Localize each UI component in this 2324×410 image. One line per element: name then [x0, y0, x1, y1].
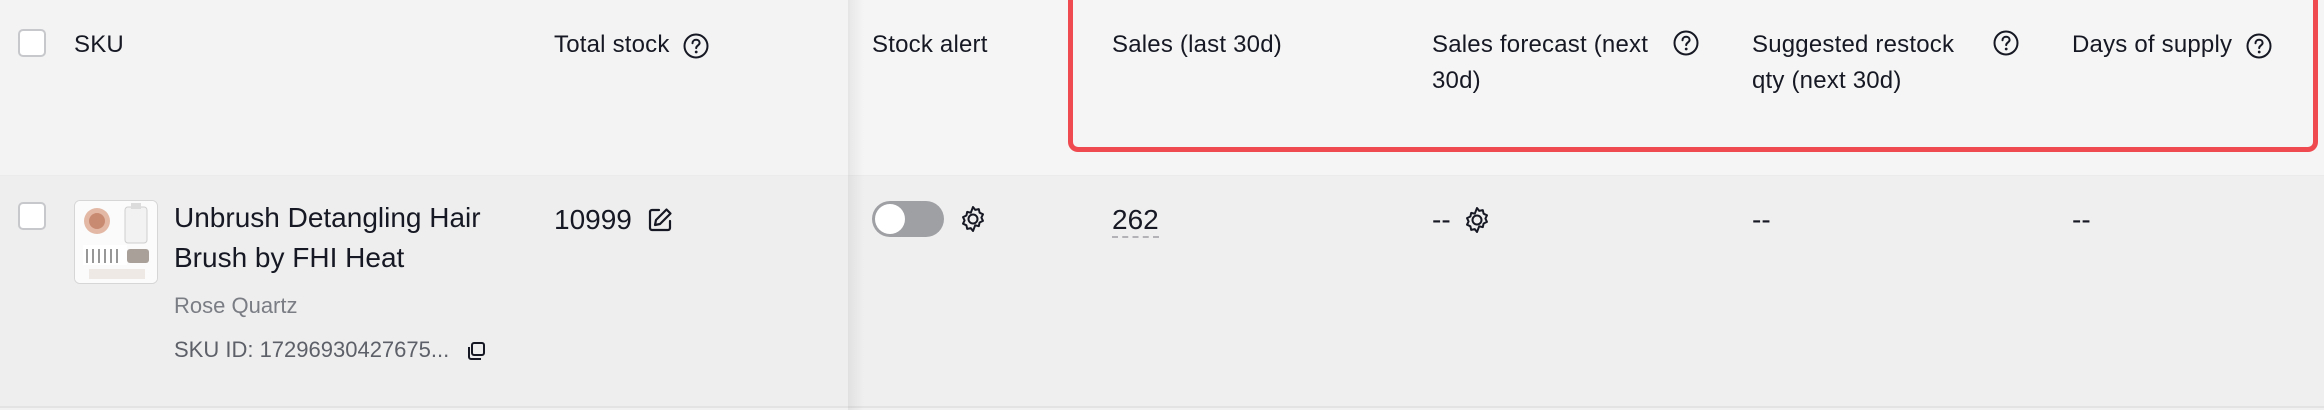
- toggle-knob: [875, 204, 905, 234]
- suggested-restock-value: --: [1752, 204, 1771, 235]
- product-thumbnail[interactable]: [74, 200, 158, 284]
- column-header-days-of-supply-label: Days of supply: [2072, 31, 2233, 58]
- total-stock-value: 10999: [554, 204, 632, 235]
- edit-icon[interactable]: [646, 206, 674, 234]
- sales-forecast-value: --: [1432, 204, 1451, 235]
- column-header-total-stock-label: Total stock: [554, 31, 670, 58]
- sku-id-text: SKU ID: 17296930427675...: [174, 337, 450, 362]
- column-header-days-of-supply: Days of supply: [2072, 27, 2273, 63]
- column-header-sales-forecast-line1: Sales forecast (next: [1432, 31, 1649, 58]
- help-icon[interactable]: [2245, 32, 2273, 60]
- help-icon[interactable]: [1672, 29, 1700, 57]
- product-name[interactable]: Unbrush Detangling Hair Brush by FHI Hea…: [174, 198, 514, 278]
- copy-icon[interactable]: [465, 340, 487, 362]
- column-header-sales-forecast-line2: 30d): [1432, 67, 1481, 94]
- sku-id: SKU ID: 17296930427675...: [174, 334, 487, 366]
- help-icon[interactable]: [682, 32, 710, 60]
- days-of-supply-value: --: [2072, 204, 2091, 235]
- sales-30d-number[interactable]: 262: [1112, 204, 1159, 238]
- gear-icon[interactable]: [958, 204, 988, 234]
- column-header-suggested-restock: Suggested restock qty (next 30d): [1752, 27, 2012, 99]
- gear-icon[interactable]: [1462, 205, 1492, 235]
- column-header-suggested-restock-line1: Suggested restock: [1752, 31, 1955, 58]
- product-image: [75, 201, 157, 283]
- column-header-stock-alert: Stock alert: [872, 31, 988, 58]
- row-checkbox[interactable]: [18, 202, 46, 230]
- stock-alert-toggle[interactable]: [872, 201, 944, 237]
- frozen-header-bg: [0, 0, 850, 175]
- help-icon[interactable]: [1992, 29, 2020, 57]
- sales-30d-value[interactable]: 262: [1112, 200, 1159, 240]
- column-header-sku: SKU: [74, 31, 124, 58]
- select-all-checkbox[interactable]: [18, 29, 46, 57]
- inventory-table: SKU Total stock Stock alert Sales (last …: [0, 0, 2324, 410]
- column-header-suggested-restock-line2: qty (next 30d): [1752, 67, 1902, 94]
- product-variant: Rose Quartz: [174, 293, 298, 318]
- column-header-total-stock: Total stock: [554, 27, 710, 63]
- column-header-sales-30d: Sales (last 30d): [1112, 31, 1282, 58]
- column-header-sales-forecast: Sales forecast (next 30d): [1432, 27, 1702, 99]
